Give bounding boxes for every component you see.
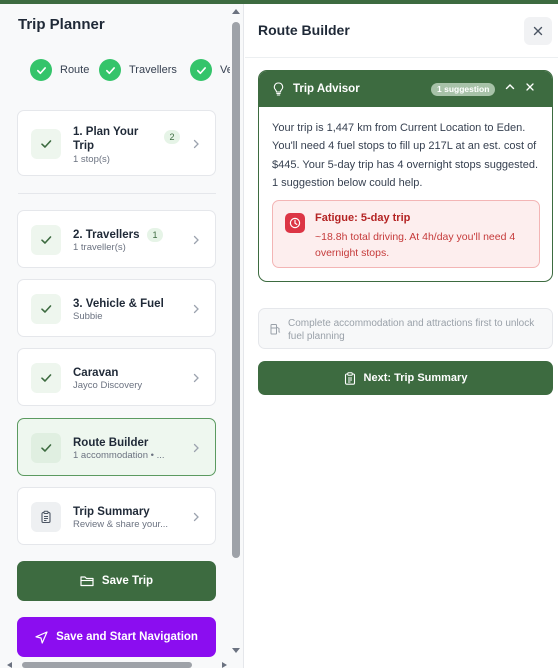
step-card-route-builder[interactable]: Route Builder 1 accommodation • ...: [17, 418, 216, 476]
count-badge: 1: [147, 228, 163, 242]
chevron-right-icon: [193, 235, 199, 245]
check-icon: [31, 294, 61, 324]
card-title: 3. Vehicle & Fuel: [73, 298, 164, 310]
progress-step-travellers[interactable]: Travellers: [99, 57, 177, 83]
step-card-trip-summary[interactable]: Trip Summary Review & share your...: [17, 487, 216, 545]
divider: [18, 193, 216, 194]
step-card-travellers[interactable]: 2. Travellers 1 traveller(s) 1: [17, 210, 216, 268]
card-subtitle: Review & share your...: [73, 519, 169, 530]
panel-title: Route Builder: [258, 22, 350, 38]
card-title: Route Builder: [73, 437, 149, 449]
sidebar-vertical-scrollbar[interactable]: [230, 4, 242, 668]
chevron-right-icon: [193, 373, 199, 383]
save-and-navigate-label: Save and Start Navigation: [56, 631, 198, 643]
step-card-vehicle-fuel[interactable]: 3. Vehicle & Fuel Subbie: [17, 279, 216, 337]
count-badge: 2: [164, 130, 180, 144]
check-icon: [31, 225, 61, 255]
progress-step-label: Travellers: [129, 64, 177, 76]
navigation-arrow-icon: [35, 630, 48, 644]
save-trip-label: Save Trip: [101, 575, 154, 587]
clipboard-icon: [344, 371, 356, 385]
card-subtitle: Subbie: [73, 311, 103, 322]
fuel-planning-locked-notice: Complete accommodation and attractions f…: [258, 308, 553, 349]
trip-advisor-card: Trip Advisor 1 suggestion Your trip is 1…: [258, 70, 553, 282]
progress-step-label: Route: [60, 64, 90, 76]
check-icon: [31, 433, 61, 463]
check-icon: [190, 59, 212, 81]
chevron-up-icon[interactable]: [505, 82, 515, 92]
locked-notice-text: Complete accommodation and attractions f…: [288, 318, 535, 342]
alert-text: ~18.8h total driving. At 4h/day you'll n…: [315, 231, 516, 259]
scrollbar-thumb[interactable]: [232, 22, 240, 558]
fatigue-alert: Fatigue: 5-day trip ~18.8h total driving…: [272, 200, 540, 268]
trip-advisor-summary: Your trip is 1,447 km from Current Locat…: [272, 122, 539, 189]
progress-step-label: Ve: [220, 64, 230, 76]
lightbulb-icon: [273, 82, 284, 96]
folder-icon: [80, 575, 94, 587]
next-trip-summary-button[interactable]: Next: Trip Summary: [258, 361, 553, 395]
card-title: Caravan: [73, 367, 119, 379]
scroll-up-arrow-icon[interactable]: [232, 8, 240, 14]
card-subtitle: 1 stop(s): [73, 154, 110, 165]
scroll-down-arrow-icon[interactable]: [232, 648, 240, 654]
close-button[interactable]: [524, 17, 552, 45]
card-subtitle: 1 traveller(s): [73, 242, 126, 253]
check-icon: [99, 59, 121, 81]
scroll-right-arrow-icon[interactable]: [222, 662, 228, 668]
horizontal-scrollbar-thumb[interactable]: [22, 662, 192, 668]
check-icon: [31, 363, 61, 393]
chevron-right-icon: [193, 139, 199, 149]
close-icon[interactable]: [525, 82, 535, 92]
sidebar-title: Trip Planner: [18, 16, 105, 33]
trip-advisor-header: Trip Advisor 1 suggestion: [259, 71, 552, 107]
suggestion-count-badge: 1 suggestion: [431, 83, 496, 96]
card-subtitle: 1 accommodation • ...: [73, 450, 165, 461]
save-trip-button[interactable]: Save Trip: [17, 561, 216, 601]
card-title: Trip Summary: [73, 506, 150, 518]
chevron-right-icon: [193, 304, 199, 314]
check-icon: [31, 129, 61, 159]
progress-step-route[interactable]: Route: [30, 57, 89, 83]
check-icon: [30, 59, 52, 81]
progress-step-vehicle[interactable]: Ve: [190, 57, 230, 83]
scroll-left-arrow-icon[interactable]: [6, 662, 12, 668]
card-subtitle: Jayco Discovery: [73, 380, 143, 391]
close-icon: [533, 26, 543, 36]
next-button-label: Next: Trip Summary: [363, 372, 468, 384]
card-title: 2. Travellers: [73, 229, 140, 241]
save-and-navigate-button[interactable]: Save and Start Navigation: [17, 617, 216, 657]
card-title: 1. Plan Your Trip: [73, 126, 139, 152]
alert-title: Fatigue: 5-day trip: [315, 212, 411, 224]
route-builder-panel: Route Builder Trip Advisor 1 suggestion …: [245, 4, 558, 668]
trip-advisor-title: Trip Advisor: [293, 83, 360, 95]
step-card-caravan[interactable]: Caravan Jayco Discovery: [17, 348, 216, 406]
chevron-right-icon: [193, 512, 199, 522]
step-card-plan-trip[interactable]: 1. Plan Your Trip 1 stop(s) 2: [17, 110, 216, 176]
progress-steps: Route Travellers Ve: [0, 57, 230, 83]
clipboard-icon: [31, 502, 61, 532]
trip-planner-sidebar: Trip Planner Route Travellers Ve 1. Plan…: [0, 4, 244, 668]
clock-icon: [285, 213, 305, 233]
fuel-pump-icon: [270, 324, 281, 335]
panel-header: Route Builder: [245, 4, 558, 58]
chevron-right-icon: [193, 443, 199, 453]
